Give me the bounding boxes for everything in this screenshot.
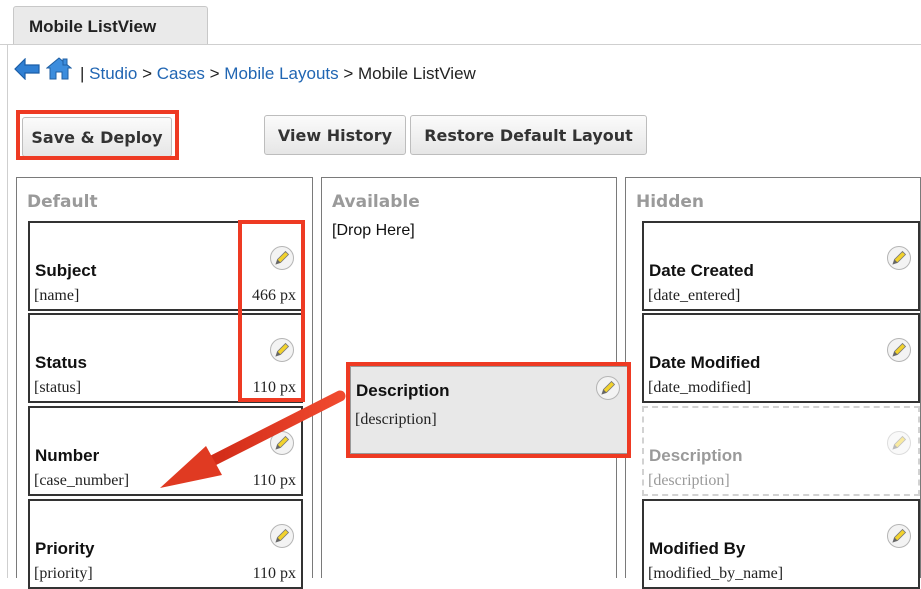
annotation-arrow-icon <box>160 390 346 488</box>
